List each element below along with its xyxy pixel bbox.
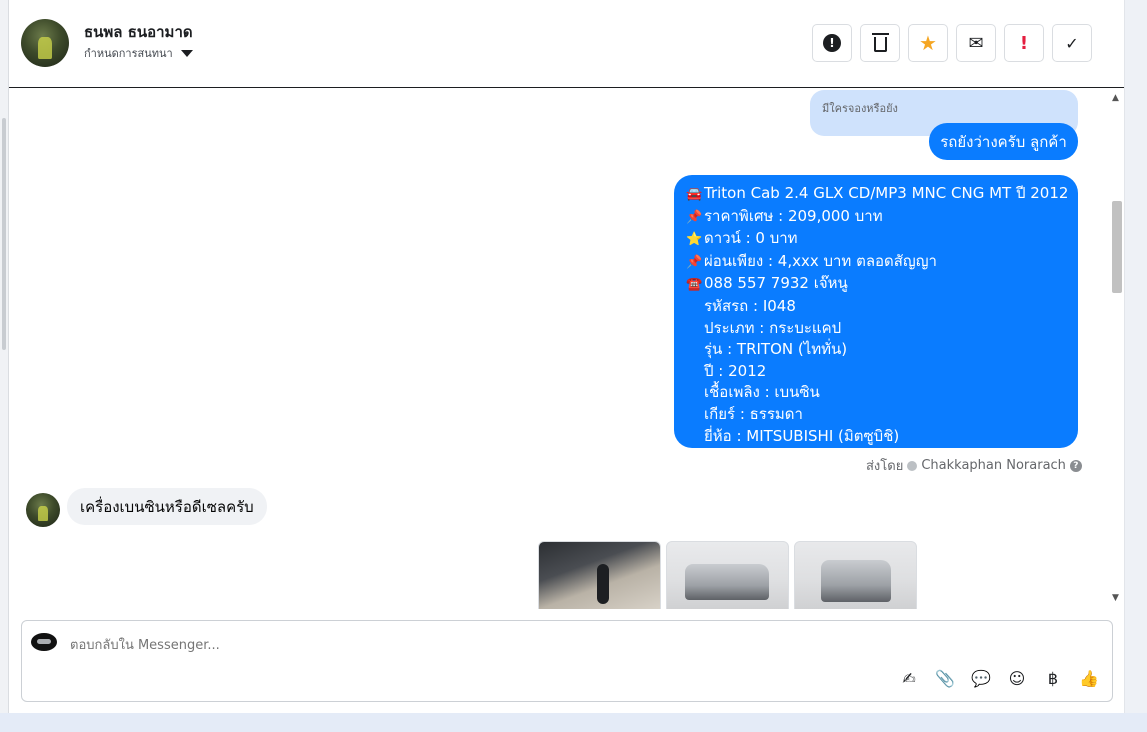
pickup-truck-shape <box>821 560 891 602</box>
sent-by-info: ส่งโดย Chakkaphan Norarach ? <box>866 455 1082 476</box>
attached-photo[interactable] <box>666 541 789 609</box>
car-emoji-icon: 🚘 <box>686 187 703 202</box>
gear-shift-shape <box>597 564 609 604</box>
outgoing-reply-bubble[interactable]: รถยังว่างครับ ลูกค้า <box>929 123 1078 160</box>
thread-scrollbar[interactable]: ▲ ▼ <box>1109 89 1124 609</box>
listing-line: รหัสรถ : I048 <box>704 296 796 315</box>
pickup-truck-shape <box>685 564 769 600</box>
saved-reply-button[interactable]: ✍ <box>898 667 920 689</box>
mark-spam-button[interactable]: ! <box>812 24 852 62</box>
star-emoji-icon: ⭐ <box>686 232 703 248</box>
listing-line: 📌 ผ่อนเพียง : 4,xxx บาท ตลอดสัญญา <box>686 251 1068 274</box>
verified-dot-icon <box>907 460 918 471</box>
quick-reply-button[interactable]: 💬 <box>970 667 992 689</box>
thread-scrollbar-thumb[interactable] <box>1112 201 1122 293</box>
conversation-settings-label: กำหนดการสนทนา <box>84 47 173 60</box>
message-composer: ✍ 📎 💬 ☺ ฿ 👍 <box>21 620 1113 702</box>
exclamation-icon: ! <box>1019 32 1029 54</box>
attached-photo[interactable] <box>538 541 661 609</box>
emoji-button[interactable]: ☺ <box>1006 667 1028 689</box>
header-actions: ! ★ ✉ ! ✓ <box>812 24 1092 62</box>
listing-line: 🚘 Triton Cab 2.4 GLX CD/MP3 MNC CNG MT ปี… <box>686 183 1068 206</box>
saved-reply-icon: ✍ <box>902 668 916 688</box>
composer-tools: ✍ 📎 💬 ☺ ฿ 👍 <box>898 667 1100 689</box>
delete-button[interactable] <box>860 24 900 62</box>
caret-down-icon <box>180 49 193 57</box>
sent-by-label: ส่งโดย <box>866 459 904 474</box>
listing-line: ⭐ ดาวน์ : 0 บาท <box>686 228 1068 251</box>
paperclip-icon: 📎 <box>935 668 955 688</box>
quoted-message-text: มีใครจองหรือยัง <box>822 102 898 115</box>
reply-input[interactable] <box>70 635 870 655</box>
incoming-message-bubble[interactable]: เครื่องเบนซินหรือดีเซลครับ <box>67 488 267 525</box>
attach-button[interactable]: 📎 <box>934 667 956 689</box>
page-logo-icon <box>31 633 57 651</box>
star-button[interactable]: ★ <box>908 24 948 62</box>
page-right-edge <box>1124 0 1147 732</box>
listing-line: ปี : 2012 <box>704 361 767 380</box>
listing-line: ยี่ห้อ : MITSUBISHI (มิตซูบิชิ) <box>704 426 900 445</box>
thumbs-up-icon: 👍 <box>1079 668 1099 688</box>
listing-line: เกียร์ : ธรรมดา <box>704 404 803 423</box>
mark-unread-button[interactable]: ✉ <box>956 24 996 62</box>
listing-line: เชื้อเพลิง : เบนซิน <box>704 383 820 402</box>
help-icon[interactable]: ? <box>1069 459 1082 472</box>
mark-important-button[interactable]: ! <box>1004 24 1044 62</box>
phone-emoji-icon: ☎️ <box>686 277 703 293</box>
listing-line: ☎️ 088 557 7932 เจ๊หนู <box>686 273 1068 296</box>
left-scrollbar[interactable] <box>0 0 9 732</box>
trash-icon <box>871 33 889 52</box>
listing-line: ประเภท : กระบะแคป <box>704 318 842 337</box>
reply-text: รถยังว่างครับ ลูกค้า <box>940 132 1067 151</box>
star-icon: ★ <box>919 31 937 55</box>
left-scrollbar-thumb[interactable] <box>2 118 6 350</box>
sender-name[interactable]: Chakkaphan Norarach <box>921 458 1066 473</box>
scroll-down-arrow-icon[interactable]: ▼ <box>1112 593 1119 603</box>
page-bottom-edge <box>0 713 1147 732</box>
scroll-up-arrow-icon[interactable]: ▲ <box>1112 93 1119 103</box>
like-button[interactable]: 👍 <box>1078 667 1100 689</box>
message-thread[interactable]: มีใครจองหรือยัง รถยังว่างครับ ลูกค้า 🚘 Tr… <box>9 89 1124 609</box>
conversation-header: ธนพล ธนอามาด กำหนดการสนทนา ! ★ ✉ ! ✓ <box>9 0 1124 88</box>
listing-line: รุ่น : TRITON (ไททั่น) <box>704 340 848 359</box>
listing-message-bubble[interactable]: 🚘 Triton Cab 2.4 GLX CD/MP3 MNC CNG MT ปี… <box>674 175 1078 448</box>
payment-button[interactable]: ฿ <box>1042 667 1064 689</box>
contact-avatar[interactable] <box>21 19 69 67</box>
smiley-icon: ☺ <box>1008 668 1026 688</box>
speech-bubble-icon: 💬 <box>971 668 991 688</box>
attached-photo[interactable] <box>794 541 917 609</box>
baht-icon: ฿ <box>1047 668 1059 688</box>
listing-line: 📌 ราคาพิเศษ : 209,000 บาท <box>686 206 1068 229</box>
incoming-message-text: เครื่องเบนซินหรือดีเซลครับ <box>80 497 254 516</box>
pin-emoji-icon: 📌 <box>686 209 703 225</box>
conversation-settings-dropdown[interactable]: กำหนดการสนทนา <box>84 44 193 62</box>
mark-done-button[interactable]: ✓ <box>1052 24 1092 62</box>
pin-emoji-icon: 📌 <box>686 254 703 270</box>
envelope-icon: ✉ <box>968 32 984 54</box>
check-icon: ✓ <box>1065 33 1079 53</box>
alert-circle-icon: ! <box>823 34 841 52</box>
incoming-sender-avatar[interactable] <box>26 493 60 527</box>
contact-name[interactable]: ธนพล ธนอามาด <box>84 20 193 44</box>
